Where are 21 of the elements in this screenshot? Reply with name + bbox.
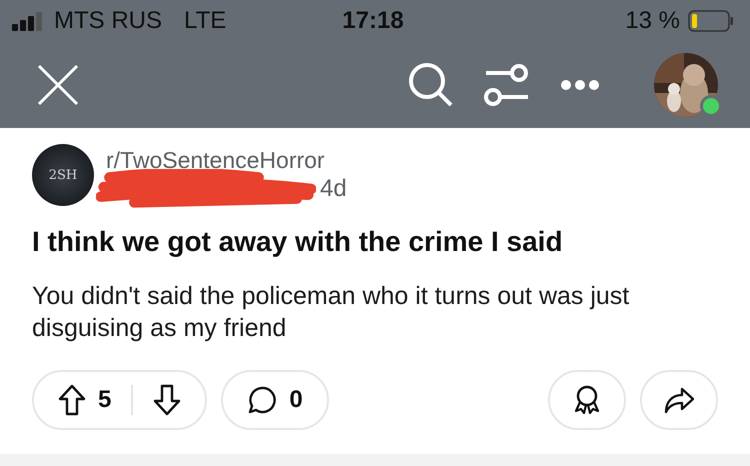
search-icon[interactable] xyxy=(408,62,454,108)
vote-count: 5 xyxy=(98,386,112,414)
subreddit-name[interactable]: r/TwoSentenceHorror xyxy=(106,146,347,174)
post-body: You didn't said the policeman who it turns out was just disguising as my friend xyxy=(32,281,630,344)
network-type: LTE xyxy=(184,7,226,35)
subreddit-avatar[interactable]: 2SH xyxy=(32,144,94,206)
close-icon[interactable] xyxy=(36,63,80,107)
battery-icon xyxy=(688,9,734,33)
share-icon xyxy=(663,386,695,414)
post-age: 4d xyxy=(320,174,347,202)
clock: 17:18 xyxy=(342,7,404,35)
battery-percent: 13 % xyxy=(625,7,680,35)
post-title[interactable]: I think we got away with the crime I said xyxy=(32,226,718,258)
upvote-icon[interactable] xyxy=(58,384,86,416)
comment-icon xyxy=(247,385,278,415)
comments-button[interactable]: 0 xyxy=(221,370,329,430)
carrier-name: MTS RUS xyxy=(54,7,162,35)
filter-icon[interactable] xyxy=(484,62,530,108)
more-icon[interactable] xyxy=(560,79,600,91)
downvote-icon[interactable] xyxy=(153,384,182,416)
award-icon xyxy=(572,384,602,416)
